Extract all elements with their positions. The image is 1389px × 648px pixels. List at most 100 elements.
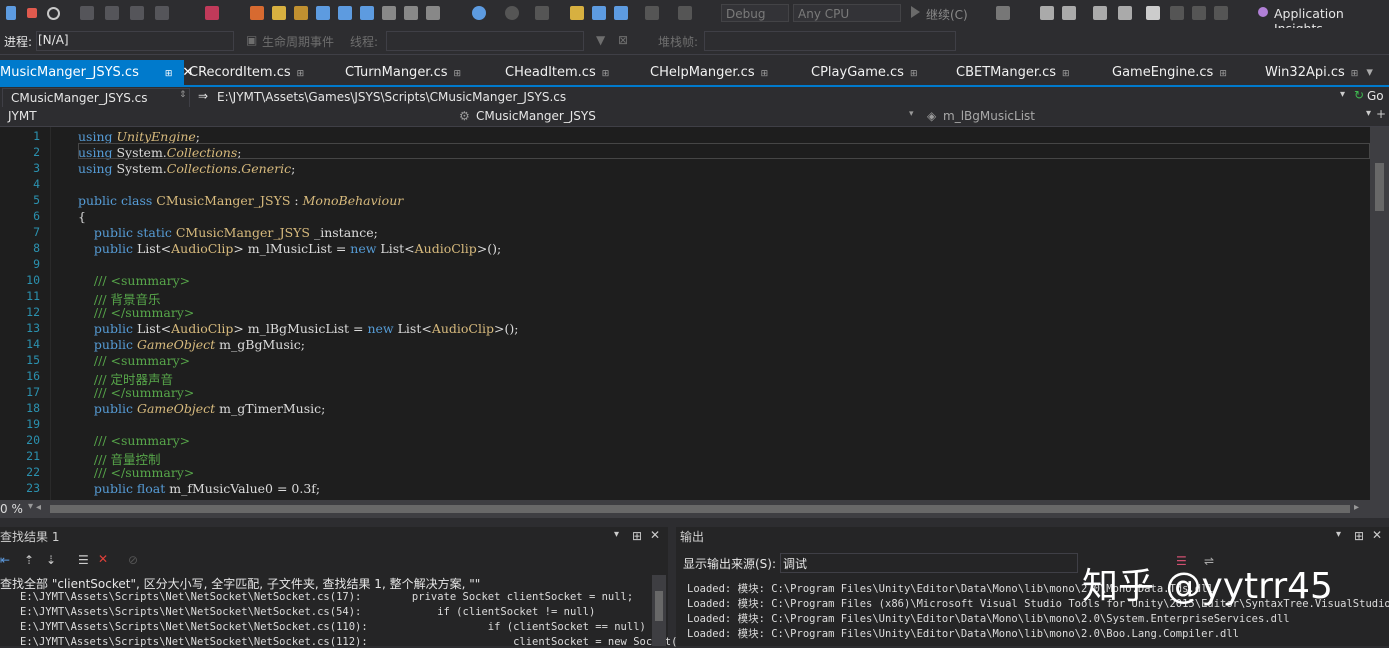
code-line[interactable]: public List<AudioClip> m_lMusicList = ne… xyxy=(78,241,501,256)
step-over-icon[interactable] xyxy=(130,6,144,20)
chevron-down-icon[interactable]: ▾ xyxy=(1340,89,1345,100)
list-icon[interactable] xyxy=(1062,6,1076,20)
pin-icon[interactable]: ⊞ xyxy=(165,69,173,79)
pin-icon[interactable]: ⊞ xyxy=(297,69,305,79)
undo-icon[interactable] xyxy=(645,6,659,20)
find-result-item[interactable]: E:\JYMT\Assets\Scripts\Net\NetSocket\Net… xyxy=(20,591,633,603)
redo-icon[interactable] xyxy=(678,6,692,20)
vertical-scrollbar[interactable] xyxy=(1370,127,1389,500)
tab-chelpmanger[interactable]: CHelpManger.cs ⊞ xyxy=(650,60,768,85)
chevron-down-icon[interactable]: ▾ xyxy=(1366,108,1371,119)
insights-icon[interactable] xyxy=(1258,7,1268,17)
exception-settings-icon[interactable] xyxy=(205,6,219,20)
stop-icon[interactable] xyxy=(27,8,37,18)
scroll-left-icon[interactable]: ◂ xyxy=(36,502,41,513)
open-folder-icon[interactable] xyxy=(272,6,286,20)
split-icon[interactable]: + xyxy=(1376,107,1386,121)
back-icon[interactable] xyxy=(472,6,486,20)
thread-combo[interactable] xyxy=(386,31,584,51)
close-icon[interactable]: ✕ xyxy=(1372,528,1382,542)
solution-icon[interactable] xyxy=(250,6,264,20)
file-path[interactable]: E:\JYMT\Assets\Games\JSYS\Scripts\CMusic… xyxy=(217,90,566,104)
step-into-icon[interactable] xyxy=(105,6,119,20)
open-file-icon[interactable] xyxy=(570,6,584,20)
find-result-item[interactable]: E:\JYMT\Assets\Scripts\Net\NetSocket\Net… xyxy=(20,636,677,648)
prev-bookmark-icon[interactable] xyxy=(1170,6,1184,20)
pin-icon[interactable]: ⊞ xyxy=(602,69,610,79)
tab-crecorditem[interactable]: CRecordItem.cs ⊞ xyxy=(189,60,304,85)
tab-cheaditem[interactable]: CHeadItem.cs ⊞ xyxy=(505,60,609,85)
pin-icon[interactable]: ⊞ xyxy=(1062,69,1070,79)
code-line[interactable]: using System.Collections.Generic; xyxy=(78,161,295,176)
scroll-thumb[interactable] xyxy=(655,591,663,621)
filter-threads-icon[interactable]: ⊠ xyxy=(618,33,628,47)
horizontal-scroll-thumb[interactable] xyxy=(50,505,1350,513)
step-out-icon[interactable] xyxy=(155,6,169,20)
project-combo[interactable]: JYMT xyxy=(8,109,37,123)
next-bookmark-icon[interactable] xyxy=(1192,6,1206,20)
pin-icon[interactable]: ⊞ xyxy=(632,529,642,543)
output-title[interactable]: 输出 xyxy=(680,527,704,547)
code-line[interactable]: public float m_fMusicValue0 = 0.3f; xyxy=(78,481,320,496)
zoom-level[interactable]: 0 % xyxy=(0,502,23,516)
flag-icon[interactable]: ▼ xyxy=(596,33,605,47)
code-line[interactable]: public GameObject m_gTimerMusic; xyxy=(78,401,325,416)
tab-gameengine[interactable]: GameEngine.cs ⊞ xyxy=(1112,60,1227,85)
scroll-thumb[interactable] xyxy=(1375,163,1384,211)
tab-cplaygame[interactable]: CPlayGame.cs ⊞ xyxy=(811,60,918,85)
chevron-down-icon[interactable]: ▾ xyxy=(28,501,33,512)
find-result-item[interactable]: E:\JYMT\Assets\Scripts\Net\NetSocket\Net… xyxy=(20,606,595,618)
find-scrollbar[interactable] xyxy=(652,575,666,646)
clear-bookmark-icon[interactable] xyxy=(1214,6,1228,20)
settings-icon[interactable] xyxy=(535,6,549,20)
code-line[interactable]: { xyxy=(78,209,86,224)
filter-icon[interactable] xyxy=(382,6,396,20)
code-line[interactable]: /// <summary> xyxy=(78,353,190,368)
process-combo[interactable] xyxy=(36,31,234,51)
close-icon[interactable]: ✕ xyxy=(650,528,660,542)
copy-icon[interactable] xyxy=(426,6,440,20)
code-editor[interactable]: 1 using UnityEngine; 2 using System.Collect… xyxy=(0,127,1370,500)
code-line[interactable]: public GameObject m_gBgMusic; xyxy=(78,337,305,352)
member-combo[interactable]: m_lBgMusicList xyxy=(943,109,1035,123)
config-combo[interactable]: Debug xyxy=(721,4,789,22)
overflow-icon[interactable]: ▾ xyxy=(1366,65,1373,80)
sort-icon[interactable] xyxy=(360,6,374,20)
pause-icon[interactable] xyxy=(6,6,16,20)
scroll-right-icon[interactable]: ▸ xyxy=(1354,502,1359,513)
continue-label[interactable]: 继续(C) xyxy=(926,6,968,23)
tab-cturnmanger[interactable]: CTurnManger.cs ⊞ xyxy=(345,60,461,85)
go-icon[interactable]: ↻ xyxy=(1354,88,1364,102)
code-line[interactable]: public class CMusicManger_JSYS : MonoBeh… xyxy=(78,193,403,208)
code-line[interactable]: using UnityEngine; xyxy=(78,129,200,144)
clear-list-icon[interactable]: ☰ xyxy=(78,553,89,567)
pin-icon[interactable]: ⊞ xyxy=(761,69,769,79)
chevron-down-icon[interactable]: ▾ xyxy=(1336,529,1341,540)
save-icon[interactable] xyxy=(592,6,606,20)
attach-icon[interactable] xyxy=(996,6,1010,20)
file-combo[interactable]: CMusicManger_JSYS.cs ⇕ xyxy=(2,88,190,108)
find-result-item[interactable]: E:\JYMT\Assets\Scripts\Net\NetSocket\Net… xyxy=(20,621,646,633)
prev-result-icon[interactable]: ⇡ xyxy=(24,553,34,567)
save-all-icon[interactable] xyxy=(614,6,628,20)
tab-cmusicmanger-jsys[interactable]: MusicManger_JSYS.cs ⊞ ✕ xyxy=(0,60,193,85)
abc-icon[interactable] xyxy=(404,6,418,20)
stack-frame-combo[interactable] xyxy=(704,31,956,51)
code-line[interactable]: /// </summary> xyxy=(78,385,194,400)
lifecycle-icon[interactable]: ▣ xyxy=(246,33,257,47)
chevron-down-icon[interactable]: ⇕ xyxy=(179,90,187,100)
next-result-icon[interactable]: ⇣ xyxy=(46,553,56,567)
play-icon[interactable] xyxy=(911,6,920,18)
pin-icon[interactable]: ⊞ xyxy=(910,69,918,79)
find-icon[interactable] xyxy=(316,6,330,20)
show-next-statement-icon[interactable] xyxy=(80,6,94,20)
code-line[interactable]: /// </summary> xyxy=(78,305,194,320)
tab-cbetmanger[interactable]: CBETManger.cs ⊞ xyxy=(956,60,1070,85)
restart-icon[interactable] xyxy=(47,7,60,20)
go-label[interactable]: Go xyxy=(1367,89,1384,103)
tab-win32api[interactable]: Win32Api.cs ⊞ ▾ xyxy=(1265,60,1373,85)
navigate-icon[interactable] xyxy=(338,6,352,20)
forward-icon[interactable] xyxy=(505,6,519,20)
goto-prev-icon[interactable]: ⇤ xyxy=(0,553,10,567)
platform-combo[interactable]: Any CPU xyxy=(793,4,901,22)
